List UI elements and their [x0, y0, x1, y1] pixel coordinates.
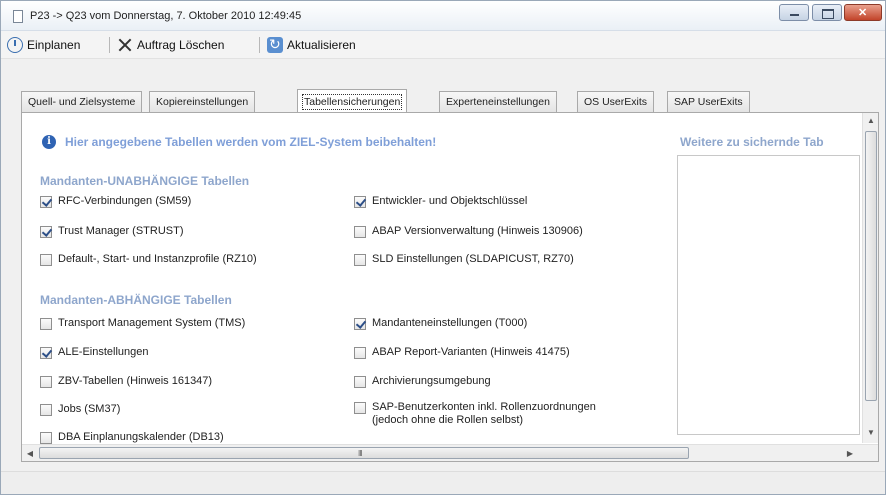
checkbox-box[interactable] [40, 318, 52, 330]
toolbar-separator [109, 37, 110, 53]
table-backups-panel: i Hier angegebene Tabellen werden vom ZI… [21, 112, 879, 462]
delete-x-icon [117, 37, 133, 53]
checkbox-trust-manager[interactable]: Trust Manager (STRUST) [40, 225, 184, 238]
delete-job-label: Auftrag Löschen [137, 38, 225, 52]
checkbox-dba-planning-calendar[interactable]: DBA Einplanungskalender (DB13) [40, 431, 224, 444]
clock-icon [7, 37, 23, 53]
checkbox-box[interactable] [354, 318, 366, 330]
horizontal-scrollbar[interactable]: ◀ III ▶ [22, 444, 878, 461]
checkbox-rfc-connections[interactable]: RFC-Verbindungen (SM59) [40, 195, 191, 208]
scroll-left-arrow-icon[interactable]: ◀ [22, 445, 38, 462]
checkbox-box[interactable] [354, 402, 366, 414]
checkbox-box[interactable] [354, 196, 366, 208]
minimize-button[interactable] [779, 4, 809, 21]
checkbox-zbv-tables[interactable]: ZBV-Tabellen (Hinweis 161347) [40, 375, 212, 388]
checkbox-developer-object-keys[interactable]: Entwickler- und Objektschlüssel [354, 195, 527, 208]
additional-tables-title: Weitere zu sichernde Tab [680, 135, 824, 149]
checkbox-profiles[interactable]: Default-, Start- und Instanzprofile (RZ1… [40, 253, 257, 266]
checkbox-client-settings[interactable]: Mandanteneinstellungen (T000) [354, 317, 527, 330]
scroll-down-arrow-icon[interactable]: ▼ [863, 425, 879, 441]
checkbox-ale-settings[interactable]: ALE-Einstellungen [40, 346, 149, 359]
refresh-icon [267, 36, 283, 53]
checkbox-box[interactable] [40, 347, 52, 359]
checkbox-abap-report-variants[interactable]: ABAP Report-Varianten (Hinweis 41475) [354, 346, 570, 359]
tab-source-target-systems[interactable]: Quell- und Zielsysteme [21, 91, 143, 112]
main-window: P23 -> Q23 vom Donnerstag, 7. Oktober 20… [0, 0, 886, 495]
toolbar-separator [259, 37, 260, 53]
checkbox-box[interactable] [40, 376, 52, 388]
scroll-up-arrow-icon[interactable]: ▲ [863, 113, 879, 129]
dependent-tables-heading: Mandanten-ABHÄNGIGE Tabellen [40, 293, 232, 307]
info-icon: i [42, 135, 56, 149]
schedule-button[interactable]: Einplanen [7, 35, 80, 55]
toolbar: Einplanen Auftrag Löschen Aktualisieren [1, 31, 885, 59]
vertical-scroll-thumb[interactable] [865, 131, 877, 401]
tab-table-backups[interactable]: Tabellensicherungen [297, 89, 408, 113]
checkbox-archiving-environment[interactable]: Archivierungsumgebung [354, 375, 491, 388]
additional-tables-list[interactable] [677, 155, 860, 435]
checkbox-box[interactable] [354, 254, 366, 266]
sap-user-accounts-label: SAP-Benutzerkonten inkl. Rollenzuordnung… [372, 401, 596, 413]
checkbox-box[interactable] [40, 432, 52, 444]
tab-copy-settings[interactable]: Kopiereinstellungen [149, 91, 256, 112]
checkbox-box[interactable] [40, 196, 52, 208]
checkbox-box[interactable] [354, 376, 366, 388]
tab-os-userexits[interactable]: OS UserExits [577, 91, 655, 112]
checkbox-box[interactable] [40, 226, 52, 238]
window-title: P23 -> Q23 vom Donnerstag, 7. Oktober 20… [30, 10, 302, 22]
checkbox-sap-user-accounts[interactable]: SAP-Benutzerkonten inkl. Rollenzuordnung… [354, 401, 596, 427]
sap-user-accounts-label-line2: (jedoch ohne die Rollen selbst) [372, 414, 524, 426]
document-icon [13, 10, 23, 23]
title-bar[interactable]: P23 -> Q23 vom Donnerstag, 7. Oktober 20… [1, 1, 885, 31]
independent-tables-heading: Mandanten-UNABHÄNGIGE Tabellen [40, 174, 250, 188]
scroll-grip: III [358, 449, 363, 458]
info-message: Hier angegebene Tabellen werden vom ZIEL… [65, 135, 437, 149]
checkbox-box[interactable] [354, 226, 366, 238]
vertical-scrollbar[interactable]: ▲ ▼ [862, 113, 878, 443]
horizontal-scroll-thumb[interactable]: III [39, 447, 689, 459]
delete-job-button[interactable]: Auftrag Löschen [117, 35, 224, 55]
checkbox-transport-management[interactable]: Transport Management System (TMS) [40, 317, 245, 330]
checkbox-box[interactable] [40, 404, 52, 416]
checkbox-jobs[interactable]: Jobs (SM37) [40, 403, 120, 416]
refresh-button[interactable]: Aktualisieren [267, 35, 356, 55]
checkbox-box[interactable] [40, 254, 52, 266]
checkbox-sld-settings[interactable]: SLD Einstellungen (SLDAPICUST, RZ70) [354, 253, 574, 266]
scroll-right-arrow-icon[interactable]: ▶ [842, 445, 858, 462]
refresh-label: Aktualisieren [287, 38, 356, 52]
checkbox-abap-version-management[interactable]: ABAP Versionverwaltung (Hinweis 130906) [354, 225, 583, 238]
maximize-button[interactable] [812, 4, 842, 21]
close-button[interactable] [844, 4, 882, 21]
schedule-label: Einplanen [27, 38, 81, 52]
checkbox-box[interactable] [354, 347, 366, 359]
tab-sap-userexits[interactable]: SAP UserExits [667, 91, 750, 112]
status-bar [1, 471, 885, 494]
tab-expert-settings[interactable]: Experteneinstellungen [439, 91, 557, 112]
